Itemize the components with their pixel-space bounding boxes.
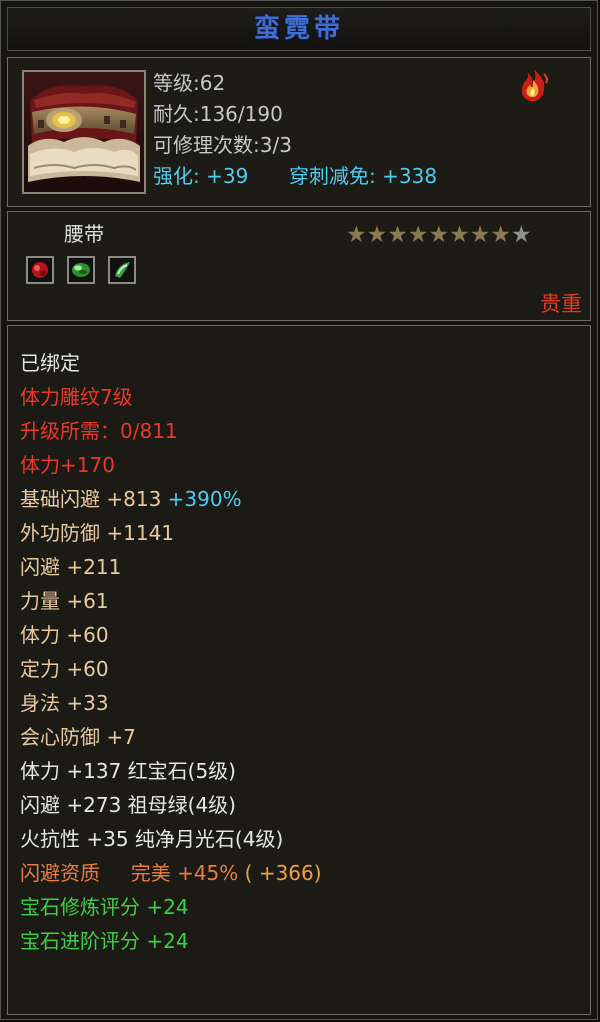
star-icon: ★ [490, 222, 511, 248]
title-bar: 蛮霓带 [7, 7, 591, 51]
crit-defense: 会心防御 +7 [20, 725, 136, 749]
item-type: 腰带 [64, 222, 104, 246]
attribute-list: 已绑定 体力雕纹7级 升级所需：0/811 体力+170 基础闪避 +813 +… [20, 346, 322, 958]
rarity-label: 贵重 [540, 292, 582, 316]
strength: 力量 +61 [20, 589, 109, 613]
item-name: 蛮霓带 [253, 14, 344, 44]
attribute-panel: 已绑定 体力雕纹7级 升级所需：0/811 体力+170 基础闪避 +813 +… [7, 325, 591, 1015]
item-type-panel: 腰带 ★★★★★★★★★ 贵重 [7, 211, 591, 321]
fire-element-icon [514, 66, 554, 106]
star-icon: ★ [366, 222, 388, 248]
star-icon: ★ [469, 222, 491, 248]
pierce-value: +338 [382, 164, 438, 188]
pierce-label: 穿刺减免: [289, 164, 376, 188]
enhance-value: +39 [206, 164, 249, 188]
dodge: 闪避 +211 [20, 555, 122, 579]
engrave-vitality: 体力+170 [20, 453, 115, 477]
base-dodge-percent: +390% [167, 487, 242, 511]
item-tooltip: 蛮霓带 等级:62 耐久:136/190 可修理次数:3/3 强化: +39 穿… [0, 0, 598, 1020]
quality-value: 完美 [130, 861, 171, 885]
base-dodge: 基础闪避 +813 [20, 487, 162, 511]
moonstone-gem-icon[interactable] [108, 256, 137, 284]
enhance-label: 强化: [153, 164, 200, 188]
red-gem-icon[interactable] [26, 256, 54, 284]
star-icon: ★ [449, 222, 470, 248]
gem-bonus-3: 火抗性 +35 纯净月光石(4级) [20, 827, 284, 851]
level-text: 等级:62 [153, 71, 226, 95]
quality-extra: ( +366) [244, 861, 322, 885]
repairs-text: 可修理次数:3/3 [153, 133, 292, 157]
bound-status: 已绑定 [20, 351, 80, 375]
agility: 身法 +33 [20, 691, 109, 715]
durability-text: 耐久:136/190 [153, 102, 283, 126]
gem-advance-score: 宝石进阶评分 +24 [20, 929, 189, 953]
belt-icon[interactable] [22, 70, 146, 194]
quality-label: 闪避资质 [20, 861, 100, 885]
star-icon: ★ [428, 222, 450, 248]
gem-refine-score: 宝石修炼评分 +24 [20, 895, 189, 919]
item-info-panel: 等级:62 耐久:136/190 可修理次数:3/3 强化: +39 穿刺减免:… [7, 57, 591, 207]
gem-bonus-1: 体力 +137 红宝石(5级) [20, 759, 236, 783]
vitality: 体力 +60 [20, 623, 109, 647]
gem-bonus-2: 闪避 +273 祖母绿(4级) [20, 793, 236, 817]
quality-bonus: +45% [177, 861, 239, 885]
external-defense: 外功防御 +1141 [20, 521, 175, 545]
upgrade-requirement: 升级所需：0/811 [20, 419, 178, 443]
star-empty-icon: ★ [511, 222, 532, 248]
gem-sockets [26, 256, 144, 284]
star-icon: ★ [346, 222, 367, 248]
dodge-quality-line: 闪避资质 完美 +45% ( +366) [20, 856, 322, 890]
engrave-level: 体力雕纹7级 [20, 385, 133, 409]
star-icon: ★ [407, 222, 429, 248]
base-dodge-line: 基础闪避 +813 +390% [20, 482, 322, 516]
focus: 定力 +60 [20, 657, 109, 681]
green-gem-icon[interactable] [67, 256, 96, 284]
star-icon: ★ [387, 222, 408, 248]
item-stats: 等级:62 耐久:136/190 可修理次数:3/3 强化: +39 穿刺减免:… [153, 68, 437, 192]
enhance-line: 强化: +39 穿刺减免: +338 [153, 161, 437, 192]
star-rating: ★★★★★★★★★ [346, 222, 532, 248]
